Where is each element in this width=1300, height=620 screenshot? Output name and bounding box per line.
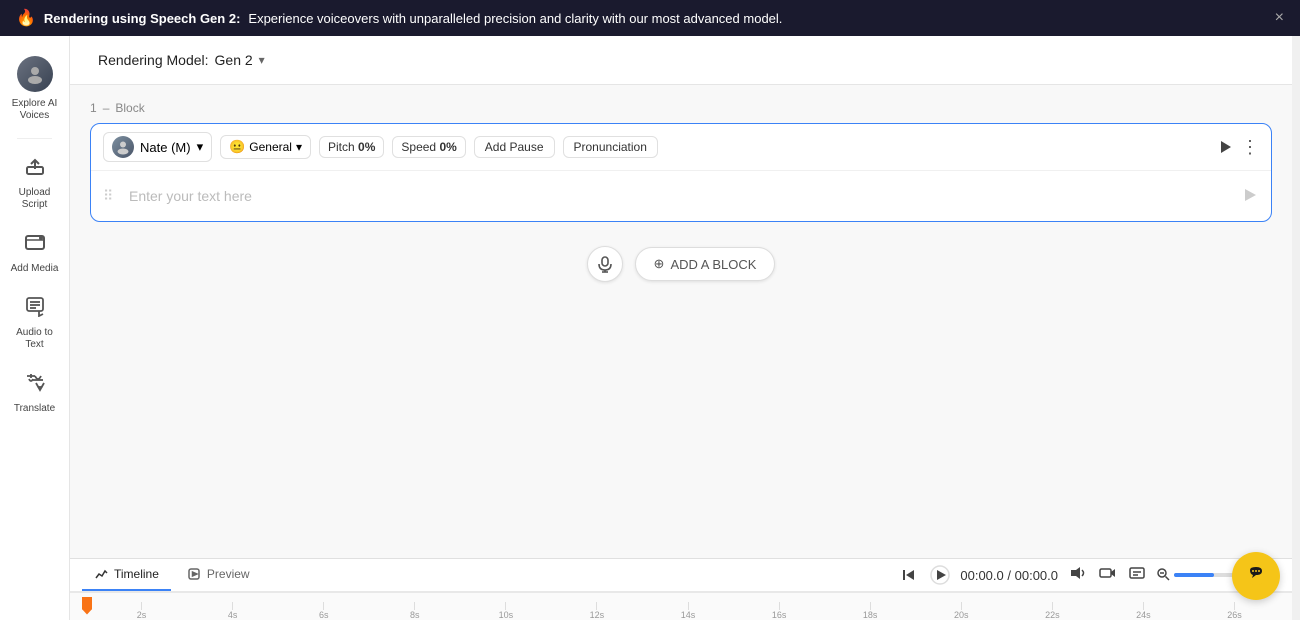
upload-icon xyxy=(24,155,46,183)
block-text-area[interactable]: ⠿ Enter your text here xyxy=(91,171,1271,221)
audio-to-text-icon xyxy=(24,295,46,323)
camera-button[interactable] xyxy=(1096,562,1118,589)
speed-value: 0% xyxy=(439,140,456,154)
playhead-indicator xyxy=(82,597,92,615)
volume-button[interactable] xyxy=(1066,562,1088,589)
fire-icon: 🔥 xyxy=(16,8,36,28)
tab-preview-label: Preview xyxy=(207,567,250,581)
mic-button[interactable] xyxy=(587,246,623,282)
block-separator: – xyxy=(103,101,110,115)
block-number: 1 xyxy=(90,101,97,115)
time-total: 00:00.0 xyxy=(1015,568,1058,583)
pitch-button[interactable]: Pitch 0% xyxy=(319,136,384,158)
voice-selector[interactable]: Nate (M) ▾ xyxy=(103,132,212,162)
block-type-label: Block xyxy=(115,101,144,115)
sidebar-item-audio-to-text-label: Audio to Text xyxy=(10,327,60,351)
time-current: 00:00.0 xyxy=(960,568,1003,583)
scrollbar-track[interactable] xyxy=(1292,36,1300,620)
style-label: General xyxy=(249,140,292,154)
style-emoji: 😐 xyxy=(229,139,245,155)
bottom-panel: Timeline Preview xyxy=(70,558,1292,620)
sidebar-item-upload-script-label: Upload Script xyxy=(10,187,60,211)
speed-button[interactable]: Speed 0% xyxy=(392,136,465,158)
caption-button[interactable] xyxy=(1126,562,1148,589)
more-icon: ⋮ xyxy=(1241,137,1259,158)
sidebar-item-explore-ai[interactable]: Explore AI Voices xyxy=(4,48,66,130)
skip-back-button[interactable] xyxy=(898,564,920,586)
add-block-label: ADD A BLOCK xyxy=(670,257,756,272)
sidebar-item-add-media[interactable]: Add Media xyxy=(4,223,66,283)
add-block-plus-icon: ⊕ xyxy=(654,256,665,272)
add-media-icon xyxy=(24,231,46,259)
ruler-ticks: 2s 4s 6s 8s 10s 12s 14s 16s 18s 20s 22s … xyxy=(96,593,1280,620)
voice-avatar xyxy=(112,136,134,158)
style-chevron-icon: ▾ xyxy=(296,140,302,154)
drag-handle-icon: ⠿ xyxy=(103,188,113,205)
block-card: Nate (M) ▾ 😐 General ▾ Pitch 0% Speed xyxy=(90,123,1272,222)
rendering-model-chevron: ▾ xyxy=(259,53,265,67)
sidebar-item-add-media-label: Add Media xyxy=(11,263,59,275)
script-area: 1 – Block Nate (M) xyxy=(70,85,1292,558)
rendering-model-value: Gen 2 xyxy=(215,52,253,68)
notification-banner: 🔥 Rendering using Speech Gen 2: Experien… xyxy=(0,0,1300,36)
voice-chevron-icon: ▾ xyxy=(197,139,204,155)
translate-icon xyxy=(24,371,46,399)
banner-text-bold: Rendering using Speech Gen 2: xyxy=(44,11,240,26)
tab-timeline-label: Timeline xyxy=(114,567,159,581)
block-toolbar: Nate (M) ▾ 😐 General ▾ Pitch 0% Speed xyxy=(91,124,1271,171)
add-block-button[interactable]: ⊕ ADD A BLOCK xyxy=(635,247,776,281)
content-header: Rendering Model: Gen 2 ▾ xyxy=(70,36,1292,85)
pitch-label: Pitch xyxy=(328,140,355,154)
timeline-ruler: 2s 4s 6s 8s 10s 12s 14s 16s 18s 20s 22s … xyxy=(70,592,1292,620)
time-display: 00:00.0 / 00:00.0 xyxy=(960,568,1058,583)
block-label: 1 – Block xyxy=(90,101,1272,115)
style-selector[interactable]: 😐 General ▾ xyxy=(220,135,311,159)
speed-label: Speed xyxy=(401,140,436,154)
chat-support-button[interactable] xyxy=(1232,552,1280,600)
zoom-out-button[interactable] xyxy=(1156,567,1170,584)
sidebar: Explore AI Voices Upload Script xyxy=(0,36,70,620)
chat-icon xyxy=(1243,560,1269,592)
rendering-model-selector[interactable]: Rendering Model: Gen 2 ▾ xyxy=(90,48,273,72)
tab-timeline[interactable]: Timeline xyxy=(82,559,171,591)
sidebar-item-explore-ai-label: Explore AI Voices xyxy=(10,98,60,122)
block-play-button[interactable] xyxy=(1217,139,1233,155)
sidebar-item-translate-label: Translate xyxy=(14,403,55,415)
time-separator: / xyxy=(1007,568,1011,583)
pronunciation-button[interactable]: Pronunciation xyxy=(563,136,658,158)
rendering-model-label: Rendering Model: xyxy=(98,52,209,68)
block-more-button[interactable]: ⋮ xyxy=(1241,137,1259,158)
pitch-value: 0% xyxy=(358,140,375,154)
sidebar-item-audio-to-text[interactable]: Audio to Text xyxy=(4,287,66,359)
play-pause-button[interactable] xyxy=(928,563,952,587)
add-block-row: ⊕ ADD A BLOCK xyxy=(90,238,1272,290)
sidebar-item-translate[interactable]: Translate xyxy=(4,363,66,423)
bottom-tabs: Timeline Preview xyxy=(70,559,1292,592)
add-pause-button[interactable]: Add Pause xyxy=(474,136,555,158)
text-placeholder: Enter your text here xyxy=(129,188,1243,204)
text-area-play-button[interactable] xyxy=(1243,188,1257,205)
close-banner-button[interactable]: × xyxy=(1275,9,1284,27)
sidebar-item-upload-script[interactable]: Upload Script xyxy=(4,147,66,219)
voice-name: Nate (M) xyxy=(140,140,191,155)
user-avatar xyxy=(17,56,53,92)
tab-preview[interactable]: Preview xyxy=(175,559,262,591)
banner-text-normal: Experience voiceovers with unparalleled … xyxy=(248,11,782,26)
